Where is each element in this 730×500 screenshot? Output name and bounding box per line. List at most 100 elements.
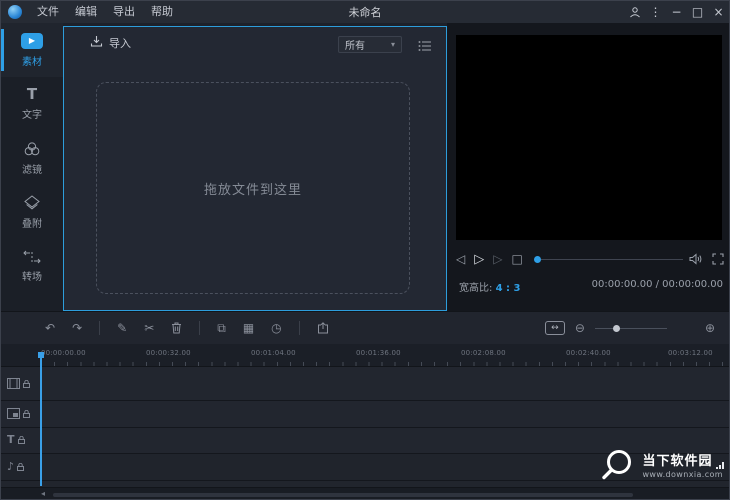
sidebar-item-overlay[interactable]: 叠附: [1, 185, 63, 239]
scrollbar-thumb[interactable]: [53, 493, 633, 497]
volume-thumb[interactable]: [534, 256, 541, 263]
timeline-ruler[interactable]: 00:00:00.00 00:00:32.00 00:01:04.00 00:0…: [1, 344, 729, 367]
video-track-header: [7, 378, 30, 389]
toolbar-divider: [99, 321, 100, 335]
media-play-icon: ▶: [21, 33, 43, 49]
close-button[interactable]: ×: [708, 1, 729, 23]
timeline-zoom-controls: ↔ ⊖ ⊕: [545, 312, 715, 344]
more-menu-icon[interactable]: ⋮: [645, 1, 666, 23]
playback-controls: ◁ ▷ ▷ □: [456, 247, 724, 271]
media-filter-dropdown[interactable]: 所有 ▾: [338, 36, 402, 53]
crop-button[interactable]: ⧉: [217, 322, 226, 334]
sidebar-item-label: 滤镜: [22, 161, 42, 176]
aspect-label: 宽高比:: [459, 283, 492, 294]
fit-timeline-button[interactable]: ↔: [545, 321, 565, 335]
text-icon: T: [27, 87, 37, 102]
timeline-scrollbar-area: ◂: [1, 487, 729, 500]
menu-export[interactable]: 导出: [105, 1, 143, 23]
aspect-ratio[interactable]: 宽高比: 4 : 3: [459, 279, 520, 294]
lock-icon[interactable]: [18, 436, 25, 444]
app-window: 文件 编辑 导出 帮助 未命名 ⋮ − □ × ▶ 素材 T 文字 滤镜: [0, 0, 730, 500]
maximize-button[interactable]: □: [687, 1, 708, 23]
sidebar-item-transition[interactable]: 转场: [1, 239, 63, 293]
volume-slider[interactable]: [534, 256, 683, 263]
volume-track[interactable]: [541, 259, 683, 260]
previous-frame-button[interactable]: ◁: [456, 252, 465, 266]
account-icon[interactable]: [624, 1, 645, 23]
timecode: 00:00:00.00 / 00:00:00.00: [592, 279, 723, 290]
undo-button[interactable]: ↶: [45, 322, 55, 334]
zoom-in-button[interactable]: ⊕: [705, 321, 715, 335]
minimize-button[interactable]: −: [666, 1, 687, 23]
ruler-label: 00:00:00.00: [41, 349, 86, 357]
menu-help[interactable]: 帮助: [143, 1, 181, 23]
text-track-icon: T: [7, 434, 15, 445]
playhead[interactable]: [40, 357, 42, 486]
aspect-value: 4 : 3: [496, 283, 521, 294]
speaker-icon[interactable]: [689, 250, 703, 269]
pip-track-icon: [7, 408, 20, 419]
watermark-site-url: www.downxia.com: [642, 470, 723, 480]
transition-icon: [22, 250, 42, 264]
filter-value: 所有: [345, 37, 365, 52]
toolbar-divider: [299, 321, 300, 335]
stop-button[interactable]: □: [511, 252, 522, 266]
site-watermark: 当下软件园 www.downxia.com: [599, 447, 723, 487]
signal-bars-icon: [716, 462, 724, 469]
dropzone-text: 拖放文件到这里: [204, 179, 302, 198]
media-library-panel: 导入 所有 ▾ 拖放文件到这里: [63, 26, 447, 311]
split-button[interactable]: ✂: [144, 322, 154, 334]
magnifier-logo-icon: [599, 447, 635, 487]
ruler-label: 00:00:32.00: [146, 349, 191, 357]
music-note-icon: ♪: [7, 461, 14, 472]
ruler-label: 00:01:36.00: [356, 349, 401, 357]
lock-icon[interactable]: [17, 463, 24, 471]
preview-info-row: 宽高比: 4 : 3 00:00:00.00 / 00:00:00.00: [459, 279, 725, 295]
sidebar-item-filter[interactable]: 滤镜: [1, 131, 63, 185]
sidebar-item-text[interactable]: T 文字: [1, 77, 63, 131]
media-header: 导入 所有 ▾: [64, 35, 446, 55]
toolbar-divider: [199, 321, 200, 335]
video-track[interactable]: [1, 367, 729, 401]
watermark-site-name: 当下软件园: [642, 454, 723, 470]
ruler-label: 00:01:04.00: [251, 349, 296, 357]
zoom-slider-track[interactable]: [595, 328, 667, 329]
delete-button[interactable]: [171, 322, 182, 334]
list-view-button[interactable]: [418, 37, 432, 56]
media-dropzone[interactable]: 拖放文件到这里: [96, 82, 410, 294]
menu-file[interactable]: 文件: [29, 1, 67, 23]
titlebar: 文件 编辑 导出 帮助 未命名 ⋮ − □ ×: [1, 1, 729, 23]
sidebar-item-media[interactable]: ▶ 素材: [1, 23, 63, 77]
import-button[interactable]: 导入: [90, 35, 131, 51]
video-viewport: [456, 35, 722, 240]
fullscreen-icon[interactable]: [712, 250, 724, 269]
scroll-left-arrow[interactable]: ◂: [41, 489, 45, 498]
redo-button[interactable]: ↷: [72, 322, 82, 334]
lock-icon[interactable]: [23, 380, 30, 388]
timeline-toolbar: ↶ ↷ ✎ ✂ ⧉ ▦ ◷ ↔ ⊖ ⊕: [1, 311, 729, 344]
edit-button[interactable]: ✎: [117, 322, 127, 334]
play-button[interactable]: ▷: [474, 252, 484, 267]
ruler-ticks: [41, 362, 729, 366]
pip-track[interactable]: [1, 401, 729, 428]
import-icon: [90, 35, 103, 51]
menu-edit[interactable]: 编辑: [67, 1, 105, 23]
duration-button[interactable]: ◷: [271, 322, 281, 334]
lock-icon[interactable]: [23, 410, 30, 418]
import-label: 导入: [109, 35, 131, 51]
zoom-slider[interactable]: [595, 323, 667, 333]
sidebar-item-label: 素材: [22, 53, 42, 68]
export-clip-button[interactable]: [317, 322, 329, 334]
tool-sidebar: ▶ 素材 T 文字 滤镜 叠附 转场: [1, 23, 63, 311]
zoom-out-button[interactable]: ⊖: [575, 321, 585, 335]
sidebar-item-label: 文字: [22, 106, 42, 121]
pip-track-header: [7, 408, 30, 419]
chevron-down-icon: ▾: [391, 40, 395, 49]
zoom-slider-thumb[interactable]: [613, 325, 620, 332]
audio-track-header: ♪: [7, 461, 24, 472]
next-frame-button[interactable]: ▷: [493, 252, 502, 266]
mosaic-button[interactable]: ▦: [243, 322, 254, 334]
video-track-icon: [7, 378, 20, 389]
sidebar-item-label: 转场: [22, 268, 42, 283]
playhead-handle[interactable]: [38, 352, 44, 358]
